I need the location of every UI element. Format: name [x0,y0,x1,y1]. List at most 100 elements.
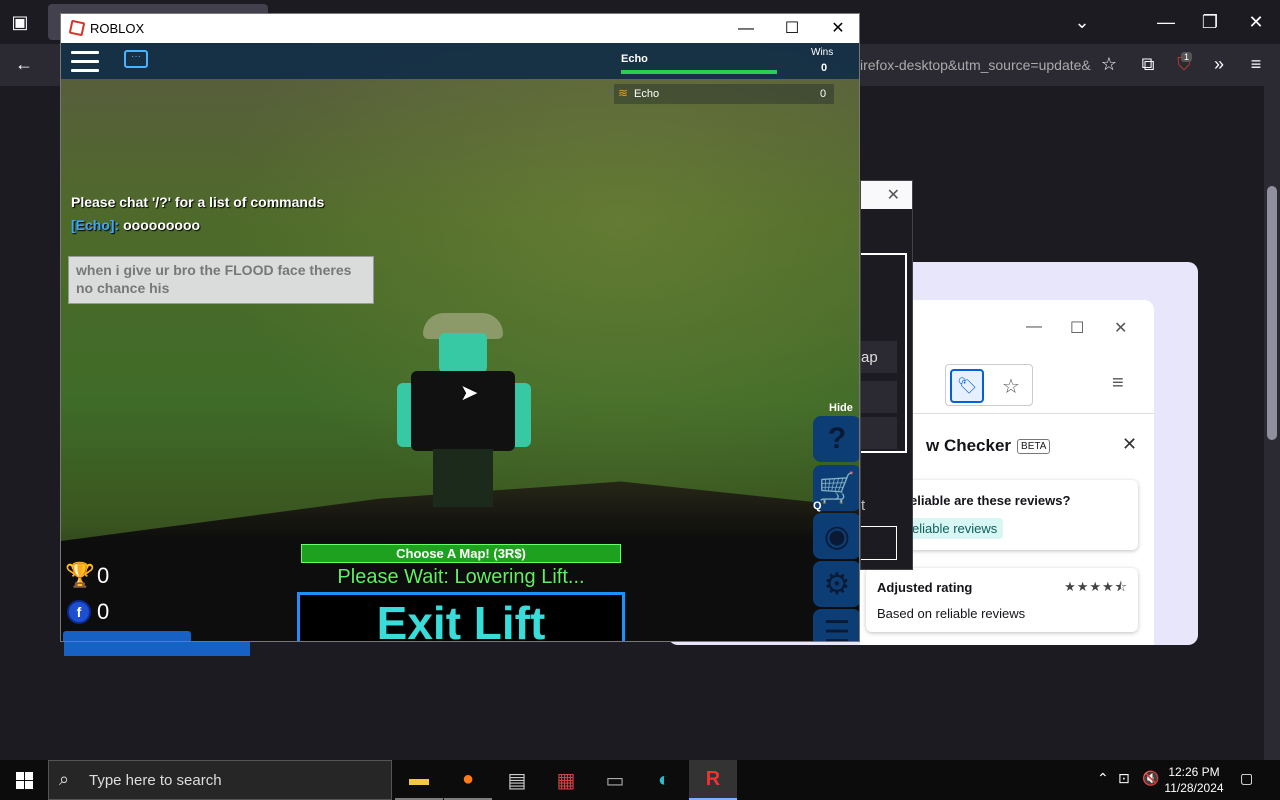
dialog-option[interactable] [861,417,897,449]
back-arrow-icon[interactable]: ← [8,48,40,80]
edge-icon[interactable]: ◐ [640,760,688,800]
clock-time: 12:26 PM [1168,765,1220,779]
minimize-icon[interactable]: — [1150,6,1182,38]
roblox-logo-icon [68,19,86,37]
show-hidden-icons-icon[interactable]: ⌃ [1097,770,1109,787]
star-icon[interactable]: ☆ [994,369,1028,403]
taskbar-search[interactable]: ⌕ Type here to search [48,760,392,800]
extensions-icon[interactable]: ⧉ [1132,48,1164,80]
list-button[interactable]: ☰ [813,609,859,642]
tab-list-icon[interactable]: ▣ [4,6,36,38]
background-blue-bar [64,640,250,656]
photos-icon[interactable]: ▤ [493,760,541,800]
maximize-icon[interactable]: ☐ [769,17,815,41]
close-panel-icon[interactable]: ✕ [1122,434,1137,455]
ublock-badge: 1 [1181,52,1193,62]
page-scrollbar[interactable] [1264,86,1280,760]
roblox-titlebar: ROBLOX — ☐ ✕ [61,14,859,43]
xp-bar [63,631,191,641]
mouse-cursor-icon: ➤ [460,380,479,405]
roblox-window-title: ROBLOX [90,21,145,36]
firefox-icon[interactable]: ● [444,760,492,800]
reliability-pill: eliable reviews [906,518,1004,539]
winrar-icon[interactable]: ▦ [542,760,590,800]
player-wins: 0 [820,88,827,100]
overflow-icon[interactable]: » [1203,48,1235,80]
review-checker-title: w Checker BETA [926,436,1051,456]
chat-sender[interactable]: [Echo]: [71,217,119,233]
roblox-window: ROBLOX — ☐ ✕ ··· Echo Wins 0 ≋ Echo 0 Pl… [60,13,860,642]
dialog-partial-text-2: t [861,497,866,514]
clock[interactable]: 12:26 PM 11/28/2024 [1164,764,1224,796]
player-name: Echo [634,88,660,100]
close-icon[interactable]: ✕ [887,185,900,205]
rating-stars: ★★★★⯪ [1064,579,1128,594]
dialog-button[interactable] [861,526,897,560]
toolbar-icon-group: 🏷 ☆ [945,364,1033,406]
trophy-icon: 🏆 [65,562,95,589]
rank-chevron-icon: ≋ [618,86,629,100]
chat-message: [Echo]: ooooooooo [71,217,200,233]
leaderboard-player-row[interactable]: ≋ Echo 0 [614,84,834,104]
trophy-count: 0 [97,563,110,588]
terminal-icon[interactable]: ▭ [591,760,639,800]
list-icon: ☰ [823,615,851,642]
based-on-text: Based on reliable reviews [877,606,1026,621]
star-icon[interactable]: ☆ [1093,48,1125,80]
wins-label: Wins [811,47,834,58]
roblox-menu-icon[interactable] [71,51,99,73]
search-placeholder: Type here to search [89,772,222,789]
reliability-question: eliable are these reviews? [910,493,1071,508]
dialog-partial-text: ap [861,349,878,366]
close-icon[interactable]: ✕ [1240,6,1272,38]
health-bar [621,70,777,74]
start-button[interactable] [0,760,48,800]
dialog-option[interactable] [861,381,897,413]
chat-system-message: Please chat '/?' for a list of commands [71,194,325,210]
chat-input[interactable]: when i give ur bro the FLOOD face theres… [68,256,374,304]
price-tag-icon[interactable]: 🏷 [950,369,984,403]
coin-count: 0 [97,599,110,624]
hide-button[interactable]: Hide [829,402,853,414]
close-icon[interactable]: ✕ [1114,318,1127,338]
settings-button[interactable]: ⚙ [813,561,859,607]
choose-map-button[interactable]: Choose A Map! (3R$) [301,544,621,563]
inventory-button[interactable]: ◉ [813,513,859,559]
coin-icon: f [67,600,91,624]
dialog-header: ✕ [861,181,912,209]
chat-toggle-icon[interactable]: ··· [124,50,148,68]
review-checker-title-text: w Checker [926,436,1012,455]
game-viewport[interactable]: ··· Echo Wins 0 ≋ Echo 0 Please chat '/?… [61,43,859,642]
goggles-icon: ◉ [823,519,851,553]
search-icon: ⌕ [59,769,70,789]
roblox-icon[interactable]: R [689,760,737,800]
url-bar[interactable]: irefox-desktop&utm_source=update& [860,50,1100,80]
minimize-icon[interactable]: — [1026,318,1042,336]
maximize-icon[interactable]: ☐ [1070,318,1084,338]
adjusted-rating-card: Adjusted rating ★★★★⯪ Based on reliable … [866,568,1138,632]
top-hud: ··· Echo Wins 0 [61,43,859,79]
shopping-cart-icon: 🛒 [818,471,856,505]
restore-icon[interactable]: ❐ [1194,6,1226,38]
chat-message-text: ooooooooo [123,217,201,233]
shop-hotkey-label: Q [813,500,822,512]
notifications-icon[interactable]: ▢ [1240,770,1253,787]
gear-icon: ⚙ [823,567,851,601]
avatar-head [439,333,487,373]
list-all-tabs-icon[interactable]: ⌄ [1066,6,1098,38]
beta-badge: BETA [1017,439,1051,455]
hamburger-menu-icon[interactable]: ≡ [1112,372,1124,395]
wins-value: 0 [821,62,828,74]
hamburger-menu-icon[interactable]: ≡ [1240,48,1272,80]
file-explorer-icon[interactable]: ▬ [395,760,443,800]
network-icon[interactable]: ⊡ [1118,770,1130,787]
close-icon[interactable]: ✕ [815,17,859,41]
volume-muted-icon[interactable]: 🔇 [1142,770,1159,787]
minimize-icon[interactable]: — [723,17,769,41]
help-icon: ? [827,422,847,455]
adjusted-rating-label: Adjusted rating [877,580,973,595]
exit-lift-button[interactable]: Exit Lift [297,592,625,641]
leaderboard-header-name: Echo [621,53,648,65]
scrollbar-thumb[interactable] [1267,186,1277,440]
help-button[interactable]: ? [813,416,859,462]
